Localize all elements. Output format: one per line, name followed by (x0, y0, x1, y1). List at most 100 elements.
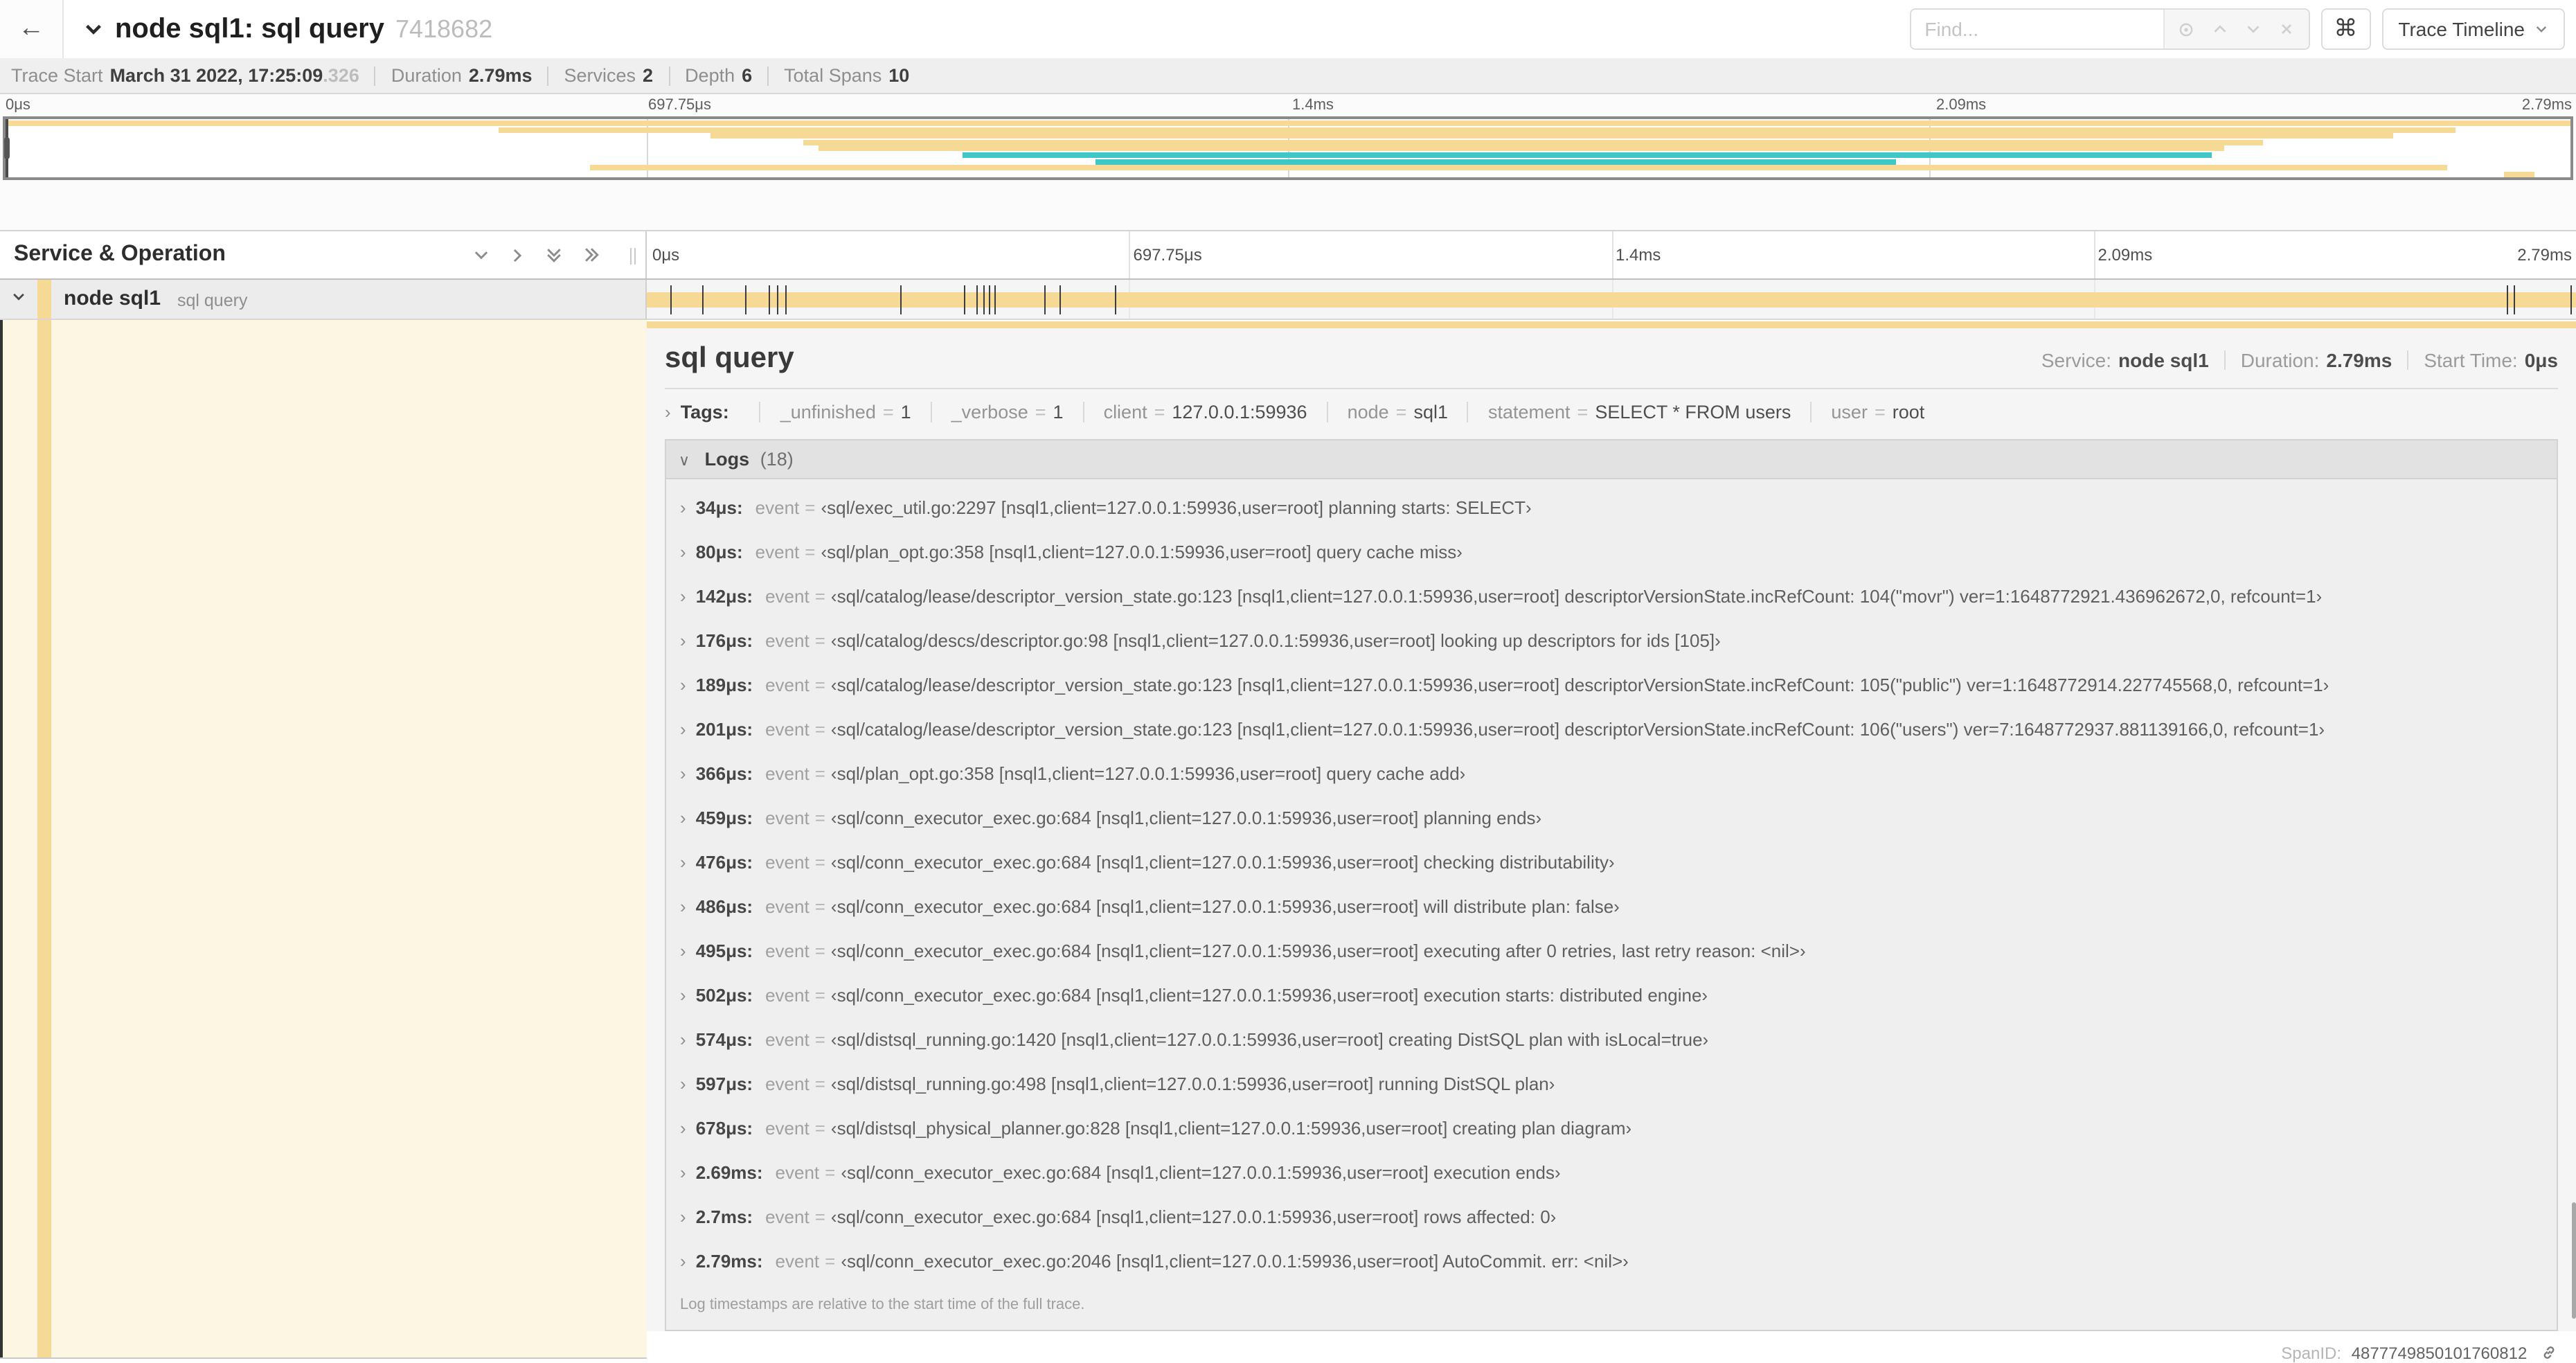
link-icon[interactable] (2540, 1344, 2558, 1362)
chevron-down-icon: ∨ (679, 453, 690, 470)
operation-name: sql query (177, 291, 248, 310)
tag-item: _unfinished = 1 (759, 402, 911, 422)
log-eq: = (825, 1251, 836, 1272)
log-field: event (765, 1206, 810, 1227)
log-entry[interactable]: › 502μs: event = ‹sql/conn_executor_exec.go:… (666, 974, 2557, 1018)
trace-summary-bar: Trace Start March 31 2022, 17:25:09.326 … (0, 58, 2576, 94)
find-group (1909, 8, 2310, 50)
log-entry[interactable]: › 366μs: event = ‹sql/plan_opt.go:358 [nsql1… (666, 752, 2557, 796)
service-label: Service: (2041, 349, 2112, 371)
scrubber-handle[interactable] (4, 137, 10, 159)
log-entry[interactable]: › 459μs: event = ‹sql/conn_executor_exec.go:… (666, 796, 2557, 841)
collapse-all-icon[interactable] (544, 245, 564, 265)
back-button[interactable]: ← (0, 0, 64, 58)
log-tick (785, 285, 787, 314)
minimap-bar (962, 152, 2212, 158)
duration-value: 2.79ms (2326, 349, 2392, 371)
chevron-right-icon: › (680, 896, 686, 917)
collapse-controls (472, 231, 601, 278)
log-entry[interactable]: › 476μs: event = ‹sql/conn_executor_exec.go:… (666, 841, 2557, 885)
log-entry[interactable]: › 2.79ms: event = ‹sql/conn_executor_exec.go… (666, 1240, 2557, 1284)
timeline-ruler: 0μs 697.75μs 1.4ms 2.09ms 2.79ms (647, 231, 2576, 278)
tag-value: sql1 (1413, 402, 1448, 422)
log-field: event (775, 1162, 820, 1183)
log-field: event (765, 941, 810, 961)
log-time: 201μs: (695, 719, 753, 740)
log-tick (701, 285, 704, 314)
log-eq: = (814, 630, 825, 651)
log-entry[interactable]: › 201μs: event = ‹sql/catalog/lease/descript… (666, 708, 2557, 752)
tag-eq: = (1035, 402, 1046, 422)
log-entry[interactable]: › 176μs: event = ‹sql/catalog/descs/descript… (666, 619, 2557, 663)
log-message: ‹sql/conn_executor_exec.go:684 [nsql1,cl… (830, 1206, 1557, 1227)
log-time: 176μs: (695, 630, 753, 651)
log-entry[interactable]: › 678μs: event = ‹sql/distsql_physical_plann… (666, 1107, 2557, 1151)
log-eq: = (814, 675, 825, 695)
total-spans-value: 10 (888, 65, 910, 86)
span-bar[interactable] (647, 285, 2576, 314)
timeline-minimap: 0μs 697.75μs 1.4ms 2.09ms 2.79ms (0, 94, 2576, 230)
log-message: ‹sql/conn_executor_exec.go:684 [nsql1,cl… (841, 1162, 1561, 1183)
trace-start: Trace Start March 31 2022, 17:25:09.326 (11, 65, 359, 86)
tags-toggle[interactable]: › Tags: (665, 402, 740, 422)
log-entry[interactable]: › 189μs: event = ‹sql/catalog/lease/descript… (666, 663, 2557, 708)
clear-search-icon[interactable] (2272, 15, 2300, 43)
tag-eq: = (1577, 402, 1589, 422)
tag-value: 127.0.0.1:59936 (1172, 402, 1307, 422)
log-tick (768, 285, 770, 314)
log-entry[interactable]: › 574μs: event = ‹sql/distsql_running.go:142… (666, 1018, 2557, 1062)
log-entry[interactable]: › 486μs: event = ‹sql/conn_executor_exec.go:… (666, 885, 2557, 929)
minimap-canvas[interactable] (3, 116, 2573, 180)
log-entry[interactable]: › 597μs: event = ‹sql/distsql_running.go:498… (666, 1062, 2557, 1107)
log-entry[interactable]: › 2.69ms: event = ‹sql/conn_executor_exec.go… (666, 1151, 2557, 1195)
span-name-cell[interactable]: node sql1 sql query (0, 280, 647, 320)
chevron-down-icon[interactable] (11, 289, 26, 305)
minimap-bar (590, 165, 2448, 171)
log-entry[interactable]: › 495μs: event = ‹sql/conn_executor_exec.go:… (666, 929, 2557, 974)
tick-label: 697.75μs (648, 97, 711, 114)
services-label: Services (564, 65, 636, 86)
detail-span-bar[interactable] (647, 321, 2576, 328)
log-entry[interactable]: › 34μs: event = ‹sql/exec_util.go:2297 [nsql… (666, 486, 2557, 531)
logs-accordion: ∨ Logs (18) › 34μs: event = ‹sql/exec_util.g… (665, 439, 2558, 1331)
chevron-right-icon: › (680, 1118, 686, 1139)
column-resizer[interactable] (630, 248, 636, 265)
detail-meta: Service: node sql1 Duration: 2.79ms Star… (2041, 349, 2558, 371)
scrollbar-thumb[interactable] (2572, 1202, 2576, 1319)
log-field: event (765, 808, 810, 828)
log-entry[interactable]: › 2.7ms: event = ‹sql/conn_executor_exec.go:… (666, 1195, 2557, 1240)
chevron-right-icon: › (680, 985, 686, 1006)
chevron-right-icon: › (680, 719, 686, 740)
collapse-chevron-icon[interactable] (83, 19, 104, 39)
tag-item: client = 127.0.0.1:59936 (1082, 402, 1307, 422)
log-field: event (775, 1251, 820, 1272)
chevron-right-icon: › (680, 630, 686, 651)
expand-one-icon[interactable] (508, 246, 526, 264)
keyboard-shortcuts-button[interactable]: ⌘ (2320, 8, 2371, 50)
service-operation-header: Service & Operation (0, 231, 647, 278)
log-field: event (765, 1029, 810, 1050)
log-entry[interactable]: › 142μs: event = ‹sql/catalog/lease/descript… (666, 575, 2557, 619)
logs-toggle[interactable]: ∨ Logs (18) (666, 440, 2557, 479)
divider (374, 66, 376, 85)
log-eq: = (825, 1162, 836, 1183)
tag-eq: = (882, 402, 894, 422)
log-eq: = (814, 941, 825, 961)
next-match-icon[interactable] (2239, 15, 2266, 43)
log-time: 678μs: (695, 1118, 753, 1139)
find-input[interactable] (1911, 10, 2163, 48)
view-selector-button[interactable]: Trace Timeline (2381, 8, 2565, 50)
log-entry[interactable]: › 80μs: event = ‹sql/plan_opt.go:358 [nsql1,… (666, 531, 2557, 575)
divider (547, 66, 549, 85)
collapse-one-icon[interactable] (472, 246, 490, 264)
log-tick (1115, 285, 1117, 314)
log-time: 597μs: (695, 1074, 753, 1094)
tag-key: statement (1487, 402, 1571, 422)
expand-all-icon[interactable] (582, 245, 601, 265)
grid-line (1129, 231, 1131, 278)
log-eq: = (814, 852, 825, 873)
divider (767, 66, 769, 85)
log-eq: = (814, 1118, 825, 1139)
prev-match-icon[interactable] (2206, 15, 2233, 43)
locate-icon[interactable] (2172, 15, 2200, 43)
